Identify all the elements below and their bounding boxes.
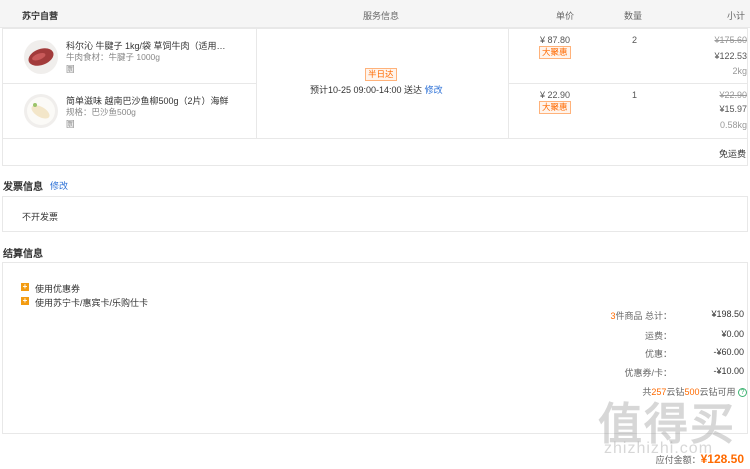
orig-total-1: ¥175.60 (714, 35, 747, 45)
invoice-box (2, 196, 748, 232)
total-2: ¥15.97 (719, 104, 747, 114)
use-card-link[interactable]: 使用苏宁卡/惠宾卡/乐购仕卡 (35, 296, 148, 309)
delivery-modify-link[interactable]: 修改 (425, 85, 443, 95)
unit-price-2: ¥ 22.90 (540, 90, 571, 100)
discount-amount: -¥60.00 (713, 347, 744, 357)
total-amount: ¥198.50 (711, 309, 744, 319)
help-icon[interactable]: ? (738, 388, 747, 398)
watermark-url: zhizhizhi.com (604, 440, 714, 457)
quantity-1: 2 (632, 35, 638, 45)
weight-1: 2kg (732, 66, 747, 76)
orig-total-2: ¥22.90 (719, 90, 747, 100)
delivery-estimate: 预计10-25 09:00-14:00 送达 修改 (310, 83, 443, 96)
invoice-value: 不开发票 (22, 212, 59, 222)
col-price: 单价 (556, 11, 575, 21)
expand-card-icon[interactable]: + (21, 297, 29, 305)
store-name: 苏宁自营 (22, 11, 59, 21)
invoice-title: 发票信息 (3, 182, 43, 193)
freight-amount: ¥0.00 (721, 329, 744, 339)
col-subtotal: 小计 (727, 11, 746, 21)
weight-2: 0.58kg (719, 120, 747, 130)
product-image-beef[interactable] (24, 40, 58, 74)
discount-label: 优惠： (644, 349, 672, 359)
unit-price-1: ¥ 87.80 (540, 35, 571, 45)
coupon-amount: -¥10.00 (713, 366, 744, 376)
coupon-label: 优惠券/卡： (624, 368, 672, 378)
invoice-modify-link[interactable]: 修改 (50, 179, 68, 192)
product-spec-1: 牛肉食材：牛腱子 1000g (66, 52, 160, 62)
col-qty: 数量 (624, 11, 643, 21)
item-count-total: 3件商品 总计： (610, 311, 672, 321)
promo-badge-1: 大聚惠 (539, 46, 571, 59)
product-tag-1: 圜 (66, 64, 75, 74)
settlement-title: 结算信息 (3, 249, 43, 260)
col-service: 服务信息 (363, 11, 400, 21)
cart-header: 苏宁自营 服务信息 单价 数量 小计 (0, 0, 750, 28)
use-coupon-link[interactable]: 使用优惠券 (35, 282, 80, 295)
half-day-badge: 半日达 (365, 68, 397, 81)
product-spec-2: 规格：巴沙鱼500g (66, 107, 136, 117)
product-image-fish[interactable] (24, 94, 58, 128)
delivery-text: 预计10-25 09:00-14:00 送达 (310, 85, 423, 95)
product-tag-2: 圜 (66, 119, 75, 129)
total-1: ¥122.53 (714, 51, 747, 61)
promo-badge-2: 大聚惠 (539, 101, 571, 114)
quantity-2: 1 (632, 90, 638, 100)
expand-coupon-icon[interactable]: + (21, 283, 29, 291)
free-shipping: 免运费 (718, 149, 746, 159)
freight-label: 运费： (644, 331, 672, 341)
